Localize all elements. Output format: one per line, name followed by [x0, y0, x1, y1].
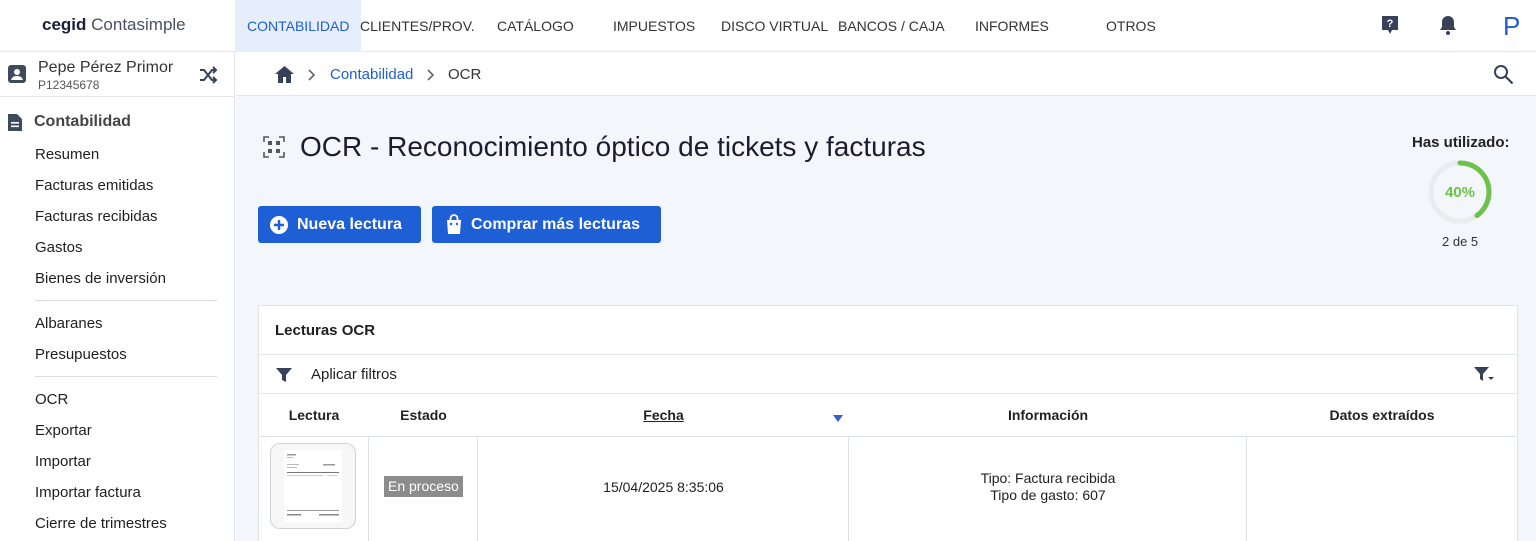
- main-content: Contabilidad OCR OCR - Reconocimiento óp…: [236, 53, 1536, 541]
- nav-bancos-caja[interactable]: BANCOS / CAJA: [838, 0, 945, 52]
- shuffle-icon[interactable]: [198, 65, 218, 85]
- row-date: 15/04/2025 8:35:06: [603, 479, 724, 495]
- user-card-icon: [8, 65, 26, 83]
- header-fecha[interactable]: Fecha: [478, 394, 849, 437]
- user-name: Pepe Pérez Primor: [38, 59, 174, 76]
- apply-filters-label: Aplicar filtros: [311, 366, 397, 383]
- breadcrumb: Contabilidad OCR: [236, 53, 1536, 96]
- nav-clientes[interactable]: CLIENTES/PROV.: [360, 0, 475, 52]
- app-logo[interactable]: cegid Contasimple: [42, 15, 186, 35]
- sidebar-item-cierre-trimestres[interactable]: Cierre de trimestres: [35, 515, 167, 532]
- logo-product: Contasimple: [91, 15, 186, 34]
- sidebar-item-importar[interactable]: Importar: [35, 453, 91, 470]
- document-icon: [8, 114, 22, 131]
- sidebar-item-importar-factura[interactable]: Importar factura: [35, 484, 141, 501]
- sidebar-divider: [35, 376, 217, 377]
- sidebar: Pepe Pérez Primor P12345678 Contabilidad…: [0, 52, 235, 541]
- buy-more-label: Comprar más lecturas: [471, 216, 640, 233]
- status-badge: En proceso: [384, 476, 463, 497]
- usage-percent: 40%: [1445, 184, 1475, 201]
- chevron-right-icon: [308, 69, 316, 81]
- plus-circle-icon: [270, 216, 288, 234]
- sidebar-item-exportar[interactable]: Exportar: [35, 422, 92, 439]
- user-id: P12345678: [38, 78, 100, 92]
- nav-disco-virtual[interactable]: DISCO VIRTUAL: [721, 0, 828, 52]
- new-reading-label: Nueva lectura: [297, 216, 402, 233]
- table-title: Lecturas OCR: [275, 322, 376, 339]
- new-reading-button[interactable]: Nueva lectura: [258, 206, 421, 243]
- filter-dropdown-icon[interactable]: [1473, 365, 1495, 385]
- bell-icon[interactable]: [1437, 14, 1461, 38]
- sort-desc-icon[interactable]: [833, 415, 843, 423]
- header-estado: Estado: [369, 394, 478, 437]
- sidebar-item-presupuestos[interactable]: Presupuestos: [35, 346, 127, 363]
- sidebar-section-title: Contabilidad: [34, 113, 131, 130]
- chevron-right-icon: [427, 69, 435, 81]
- nav-impuestos[interactable]: IMPUESTOS: [613, 0, 695, 52]
- sidebar-item-albaranes[interactable]: Albaranes: [35, 315, 103, 332]
- svg-text:?: ?: [1387, 18, 1394, 30]
- invoice-preview-image: [284, 450, 342, 522]
- row-info-expense: Tipo de gasto: 607: [990, 487, 1106, 503]
- sidebar-item-gastos[interactable]: Gastos: [35, 239, 83, 256]
- help-icon[interactable]: ?: [1379, 14, 1403, 38]
- sidebar-divider: [35, 300, 217, 301]
- home-icon[interactable]: [274, 65, 295, 84]
- row-info-type: Tipo: Factura recibida: [980, 470, 1116, 486]
- sidebar-item-facturas-recibidas[interactable]: Facturas recibidas: [35, 208, 158, 225]
- page-title: OCR - Reconocimiento óptico de tickets y…: [300, 131, 926, 162]
- usage-progress-ring: 40%: [1428, 160, 1492, 224]
- ocr-readings-table: Lecturas OCR Aplicar filtros Lectura Est…: [258, 305, 1518, 541]
- header-lectura: Lectura: [259, 394, 369, 437]
- nav-informes[interactable]: INFORMES: [975, 0, 1049, 52]
- buy-more-readings-button[interactable]: Comprar más lecturas: [432, 206, 661, 243]
- search-icon[interactable]: [1493, 64, 1514, 85]
- invoice-thumbnail[interactable]: [270, 443, 356, 529]
- qr-scan-icon: [263, 136, 285, 158]
- filter-bar[interactable]: Aplicar filtros: [259, 354, 1517, 394]
- sidebar-item-facturas-emitidas[interactable]: Facturas emitidas: [35, 177, 153, 194]
- sidebar-item-bienes-inversion[interactable]: Bienes de inversión: [35, 270, 166, 287]
- header-datos-extraidos: Datos extraídos: [1247, 394, 1517, 437]
- usage-count: 2 de 5: [1442, 234, 1479, 249]
- header-informacion: Información: [849, 394, 1247, 437]
- nav-catalogo[interactable]: CATÁLOGO: [497, 0, 574, 52]
- sidebar-item-ocr[interactable]: OCR: [35, 391, 68, 408]
- nav-contabilidad[interactable]: CONTABILIDAD: [235, 0, 362, 52]
- nav-otros[interactable]: OTROS: [1106, 0, 1156, 52]
- breadcrumb-contabilidad[interactable]: Contabilidad: [330, 66, 413, 83]
- shopping-bag-icon: [447, 214, 461, 234]
- sidebar-item-resumen[interactable]: Resumen: [35, 146, 99, 163]
- logo-brand: cegid: [42, 15, 87, 34]
- breadcrumb-ocr: OCR: [448, 66, 482, 83]
- user-avatar[interactable]: P: [1503, 11, 1520, 42]
- top-navigation-bar: cegid Contasimple CONTABILIDAD CLIENTES/…: [0, 0, 1536, 52]
- user-switcher[interactable]: Pepe Pérez Primor P12345678: [0, 52, 235, 97]
- filter-icon: [276, 368, 292, 382]
- usage-label: Has utilizado:: [1412, 134, 1510, 151]
